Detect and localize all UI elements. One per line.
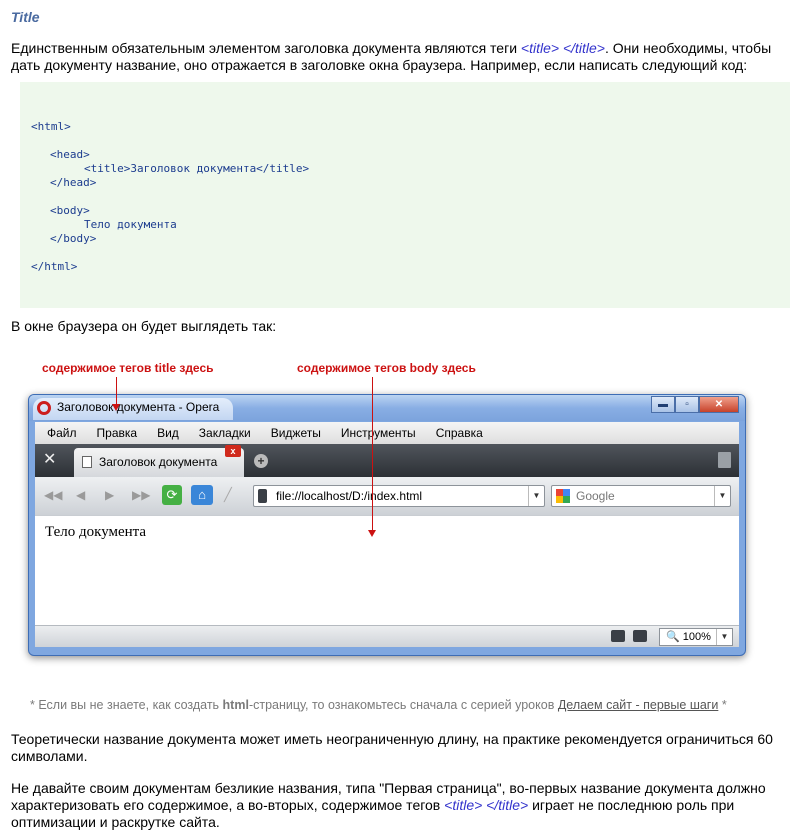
browser-intro-paragraph: В окне браузера он будет выглядеть так: — [11, 318, 277, 334]
camera-icon[interactable] — [633, 630, 647, 642]
title-arrow-line — [116, 377, 117, 407]
opera-logo-icon — [37, 401, 51, 415]
menu-item-tools[interactable]: Инструменты — [341, 426, 416, 440]
reload-icon[interactable]: ⟳ — [162, 485, 182, 505]
address-text: file://localhost/D:/index.html — [276, 489, 423, 503]
menu-item-widgets[interactable]: Виджеты — [271, 426, 321, 440]
code-head-close: </head> — [50, 176, 97, 189]
menu-item-view[interactable]: Вид — [157, 426, 179, 440]
document-icon — [82, 456, 92, 468]
note-text-middle: -страницу, то ознакомьтесь сначала с сер… — [248, 698, 558, 712]
length-paragraph: Теоретически название документа может им… — [11, 731, 773, 764]
tools-icon[interactable]: ✕ — [43, 452, 56, 468]
zoom-level: 🔍 100% — [666, 630, 711, 643]
search-dropdown-icon[interactable]: ▼ — [714, 486, 730, 506]
window-title: Заголовок документа - Opera — [57, 400, 220, 414]
tab-bar: ✕ Заголовок документа x + — [35, 444, 739, 477]
close-button[interactable]: ✕ — [699, 396, 739, 413]
zoom-dropdown-icon[interactable]: ▼ — [716, 629, 732, 645]
page-body-text: Тело документа — [45, 524, 147, 540]
navigation-bar: ◀◀ ◀ ▶ ▶▶ ⟳ ⌂ ╱ file://localhost/D:/inde… — [35, 477, 739, 515]
magnifier-icon: 🔍 — [666, 631, 680, 643]
browser-window: Заголовок документа - Opera ▬ ▫ ✕ Файл П… — [28, 394, 746, 656]
menu-item-edit[interactable]: Правка — [97, 426, 138, 440]
google-icon — [556, 489, 570, 503]
address-bar[interactable]: file://localhost/D:/index.html ▼ — [253, 485, 545, 507]
footnote: * Если вы не знаете, как создать html-ст… — [30, 698, 727, 712]
menu-item-bookmarks[interactable]: Закладки — [199, 426, 251, 440]
naming-paragraph: Не давайте своим документам безликие наз… — [11, 780, 791, 831]
window-controls: ▬ ▫ ✕ — [651, 396, 739, 414]
fast-forward-icon[interactable]: ▶▶ — [132, 488, 150, 502]
code-body-text: Тело документа — [84, 218, 177, 231]
page-viewport: Тело документа — [35, 515, 739, 625]
trash-icon[interactable] — [718, 452, 731, 468]
address-dropdown-icon[interactable]: ▼ — [528, 486, 544, 506]
code-html-close: </html> — [31, 260, 78, 273]
code-example: <html> <head> <title>Заголовок документа… — [20, 82, 790, 308]
rewind-icon[interactable]: ◀◀ — [44, 488, 62, 502]
title-tag-close-2: </title> — [486, 797, 529, 813]
maximize-button[interactable]: ▫ — [675, 396, 699, 413]
body-arrow-line — [372, 377, 373, 531]
zoom-value: 100% — [682, 631, 711, 643]
search-placeholder: Google — [576, 489, 615, 503]
body-arrow-head — [368, 530, 376, 537]
status-bar: 🔍 100% ▼ — [35, 625, 739, 647]
forward-icon[interactable]: ▶ — [105, 488, 114, 502]
intro-paragraph: Единственным обязательным элементом заго… — [11, 40, 791, 74]
minimize-button[interactable]: ▬ — [651, 396, 675, 413]
code-title-line: <title>Заголовок документа</title> — [84, 162, 310, 175]
menu-item-help[interactable]: Справка — [436, 426, 483, 440]
note-text: * Если вы не знаете, как создать — [30, 698, 223, 712]
note-html-word: html — [222, 698, 249, 712]
body-annotation-label: содержимое тегов body здесь — [297, 361, 476, 375]
window-titlebar: Заголовок документа - Opera ▬ ▫ ✕ — [29, 395, 745, 421]
zoom-control[interactable]: 🔍 100% ▼ — [659, 628, 733, 646]
menu-item-file[interactable]: Файл — [47, 426, 77, 440]
title-tag-open: <title> — [520, 40, 560, 56]
home-icon[interactable]: ⌂ — [191, 485, 213, 505]
title-tag-close: </title> — [562, 40, 605, 56]
note-text-end: * — [718, 698, 727, 712]
tab-document[interactable]: Заголовок документа x — [74, 445, 244, 477]
code-head-open: <head> — [50, 148, 90, 161]
first-steps-link[interactable]: Делаем сайт - первые шаги — [558, 698, 719, 712]
tab-close-icon[interactable]: x — [225, 445, 241, 457]
intro-text: Единственным обязательным элементом заго… — [11, 40, 521, 56]
file-icon — [258, 489, 267, 503]
new-tab-icon[interactable]: + — [254, 454, 268, 468]
code-body-close: </body> — [50, 232, 97, 245]
section-heading: Title — [11, 9, 40, 25]
title-annotation-label: содержимое тегов title здесь — [42, 361, 214, 375]
back-icon[interactable]: ◀ — [76, 488, 85, 502]
title-arrow-head — [112, 404, 120, 411]
wand-icon[interactable]: ╱ — [224, 487, 232, 503]
code-html-open: <html> — [31, 120, 71, 133]
traffic-icon[interactable] — [611, 630, 625, 642]
code-body-open: <body> — [50, 204, 90, 217]
search-field[interactable]: Google ▼ — [551, 485, 731, 507]
title-tag-open-2: <title> — [444, 797, 483, 813]
tab-label: Заголовок документа — [99, 455, 218, 469]
menu-bar: Файл Правка Вид Закладки Виджеты Инструм… — [35, 422, 739, 444]
